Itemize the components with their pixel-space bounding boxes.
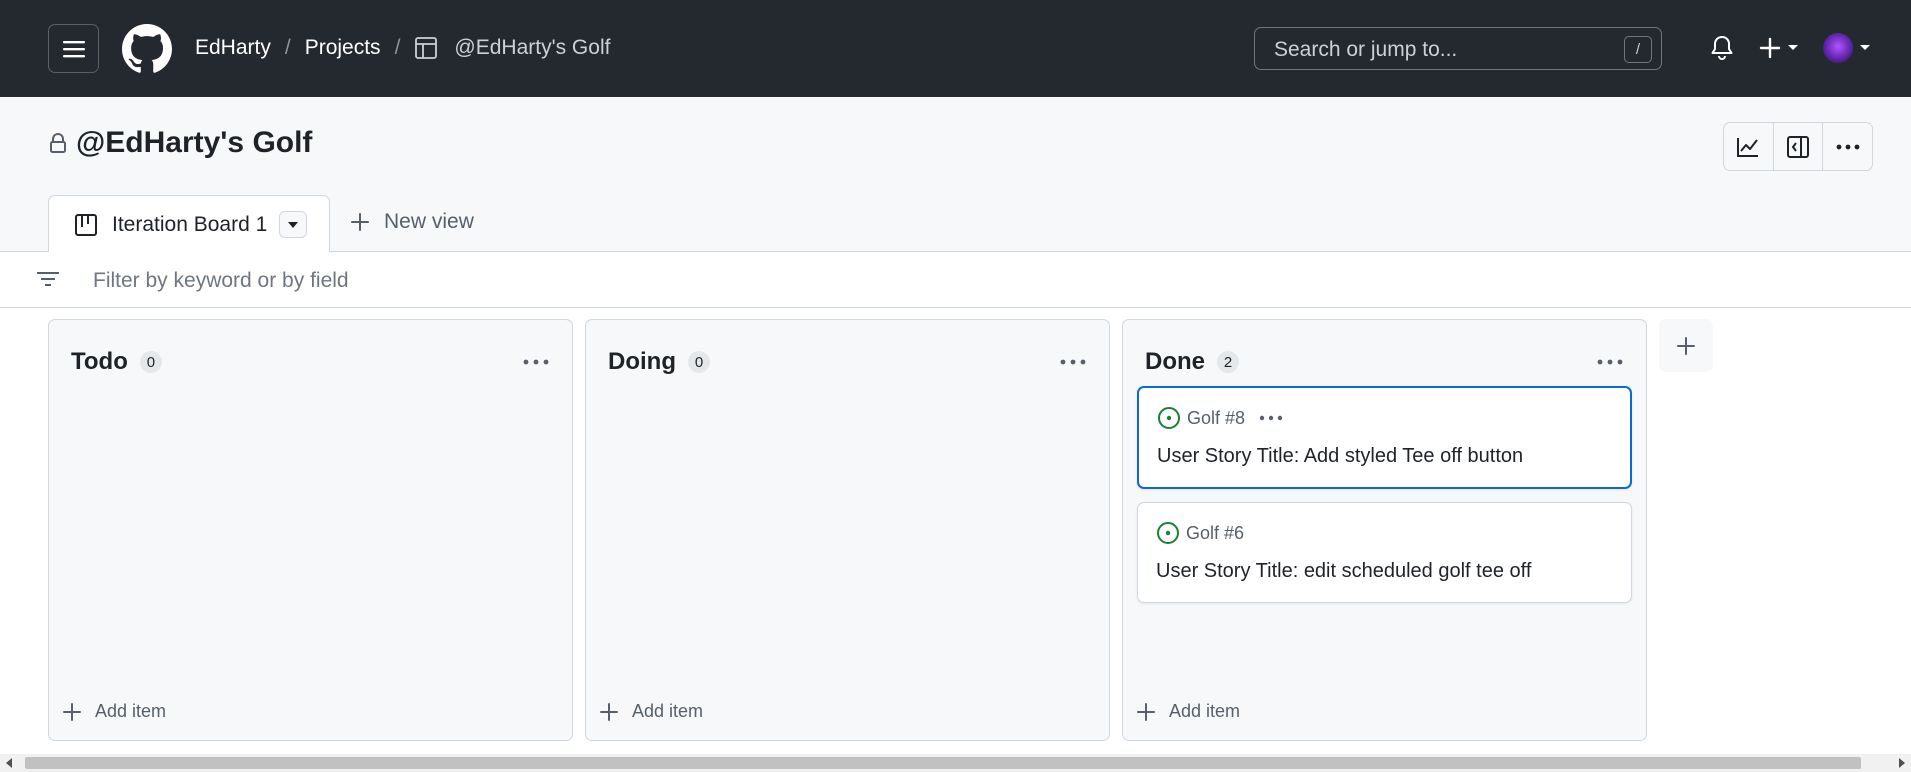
scroll-left-arrow-icon[interactable] [3,757,15,769]
column-header: Done 2 [1145,348,1239,376]
breadcrumb: EdHarty / Projects / @EdHarty's Golf [195,36,610,60]
column-name: Doing [608,348,676,375]
hamburger-icon [62,40,85,57]
scroll-right-arrow-icon[interactable] [1896,757,1908,769]
add-item-button[interactable]: Add item [63,701,166,722]
board: Todo 0 Add item Doing 0 Add item Done 2 [0,308,1911,754]
card-title[interactable]: User Story Title: Add styled Tee off but… [1157,445,1523,468]
column-count-badge: 0 [139,351,162,373]
global-header: EdHarty / Projects / @EdHarty's Golf Sea… [0,0,1911,97]
add-column-button[interactable] [1659,319,1713,372]
chevron-down-icon [1860,45,1870,50]
kebab-horizontal-icon [1259,415,1283,421]
filter-icon [36,269,60,294]
column-done: Done 2 Golf #8 User Story Title: Add sty… [1122,319,1647,741]
breadcrumb-separator: / [394,36,401,59]
kebab-horizontal-icon [1597,359,1623,365]
column-menu-button[interactable] [1055,348,1091,376]
issue-opened-icon [1157,522,1179,544]
triangle-down-icon [288,221,299,228]
project-header: @EdHarty's Golf Iteration Board 1 New vi… [0,97,1911,253]
card-meta: Golf #6 [1156,521,1244,545]
kebab-horizontal-icon [1836,144,1860,149]
menu-button[interactable] [48,24,99,73]
github-logo-icon[interactable] [122,24,172,74]
breadcrumb-projects[interactable]: Projects [305,36,381,60]
table-icon [414,36,438,60]
column-header: Todo 0 [71,348,162,376]
card-title[interactable]: User Story Title: edit scheduled golf te… [1156,560,1531,583]
kebab-horizontal-icon [523,359,549,365]
plus-icon [351,213,369,231]
tab-iteration-board[interactable]: Iteration Board 1 [48,195,330,253]
lock-icon [48,132,68,154]
tab-label: Iteration Board 1 [112,212,268,236]
search-input[interactable]: Search or jump to... / [1254,27,1662,70]
breadcrumb-project[interactable]: @EdHarty's Golf [454,36,610,60]
add-item-button[interactable]: Add item [1137,701,1240,722]
kebab-horizontal-icon [1060,359,1086,365]
board-icon [75,213,97,236]
project-title: @EdHarty's Golf [48,126,312,160]
card-meta: Golf #8 [1157,406,1283,430]
user-menu-button[interactable] [1822,32,1872,64]
add-item-label: Add item [95,701,167,721]
column-menu-button[interactable] [518,348,554,376]
avatar [1823,33,1853,63]
plus-icon [63,702,81,721]
project-more-button[interactable] [1823,123,1872,170]
new-view-label: New view [384,210,474,233]
column-doing: Doing 0 Add item [585,319,1110,741]
add-item-label: Add item [632,701,704,721]
insights-button[interactable] [1724,123,1774,170]
search-placeholder: Search or jump to... [1274,38,1458,61]
board-card[interactable]: Golf #6 User Story Title: edit scheduled… [1137,502,1632,603]
bell-icon [1711,36,1733,60]
project-title-text: @EdHarty's Golf [76,126,313,159]
add-item-button[interactable]: Add item [600,701,703,722]
scrollbar-thumb[interactable] [25,757,1861,769]
add-item-label: Add item [1169,701,1241,721]
plus-icon [1677,336,1695,355]
breadcrumb-separator: / [284,36,291,59]
notifications-button[interactable] [1708,34,1736,62]
chevron-down-icon [1788,45,1798,50]
sidebar-icon [1787,135,1809,158]
plus-icon [600,702,618,721]
card-reference[interactable]: Golf #6 [1186,523,1244,544]
filter-bar: Filter by keyword or by field [0,252,1911,308]
create-new-button[interactable] [1756,34,1802,62]
column-todo: Todo 0 Add item [48,319,573,741]
project-actions [1723,122,1873,171]
plus-icon [1759,37,1781,59]
card-reference[interactable]: Golf #8 [1187,408,1245,429]
view-options-button[interactable] [279,211,308,238]
issue-opened-icon [1158,407,1180,429]
breadcrumb-owner[interactable]: EdHarty [195,36,271,60]
column-count-badge: 0 [687,351,710,373]
column-name: Done [1145,348,1205,375]
card-menu-button[interactable] [1259,415,1283,421]
horizontal-scrollbar[interactable] [0,754,1911,772]
search-shortcut-key: / [1624,36,1652,63]
filter-input[interactable]: Filter by keyword or by field [93,269,349,293]
column-count-badge: 2 [1217,351,1239,373]
column-header: Doing 0 [608,348,710,376]
new-view-button[interactable]: New view [350,210,474,234]
column-name: Todo [71,348,128,375]
plus-icon [1137,702,1155,721]
board-card[interactable]: Golf #8 User Story Title: Add styled Tee… [1137,386,1632,489]
side-panel-button[interactable] [1774,123,1824,170]
graph-icon [1737,137,1759,157]
column-menu-button[interactable] [1592,348,1628,376]
